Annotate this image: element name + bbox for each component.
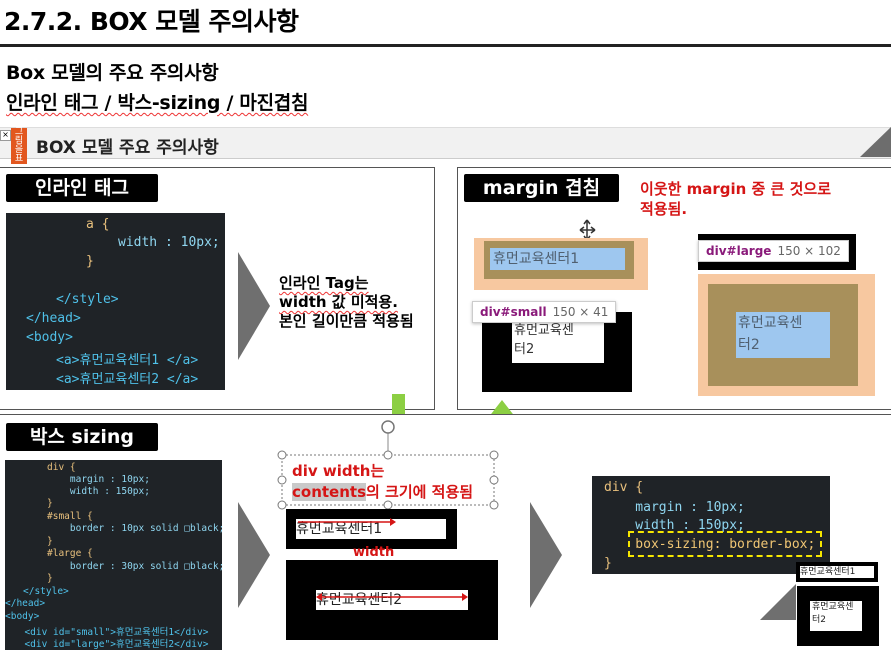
code-line: </style> (23, 586, 69, 597)
code-line: border : 10px solid □black; (47, 523, 225, 534)
title-divider (0, 44, 891, 47)
width-label: width (353, 545, 395, 560)
result-line: 휴먼교육센 (812, 602, 854, 612)
right-arrow-icon (238, 252, 270, 360)
code-line: margin : 10px; (47, 474, 150, 485)
margin-collapse-pill: margin 겹침 (464, 174, 619, 202)
page-title: 2.7.2. BOX 모델 주의사항 (4, 7, 299, 36)
side-tab-label: 그 림 을 표 (14, 127, 24, 164)
sizing-note: div width는 contents의 크기에 적용됨 (292, 461, 473, 503)
box-sizing-code-block: div { margin : 10px; width : 150px; box-… (592, 476, 830, 574)
small-content-area: 휴먼교육센터1 (490, 248, 625, 270)
large-content-line: 휴먼교육센 (738, 315, 803, 331)
inline-note-line: width 값 미적용. (279, 293, 398, 311)
header-corner-triangle (860, 127, 891, 157)
code-line: border : 30px solid □black; (47, 561, 225, 572)
code-line: </style> (56, 292, 119, 307)
width-arrow-icon (316, 593, 468, 601)
code-line: <div id="large">휴먼교육센터2</div> (13, 639, 209, 650)
result-small-content: 휴먼교육센터1 (800, 566, 874, 578)
large-box-line: 휴먼교육센 (514, 323, 574, 338)
code-line: div { (47, 462, 76, 473)
margin-note: 이웃한 margin 중 큰 것으로 적용됨. (640, 179, 831, 219)
large-content-line: 터2 (738, 337, 760, 353)
right-arrow-icon (530, 502, 562, 608)
large-box-line: 터2 (514, 342, 535, 357)
sizing-note-line2: contents의 크기에 적용됨 (292, 482, 473, 503)
side-tab[interactable]: 그 림 을 표 (11, 128, 27, 164)
tooltip-large: div#large 150 × 102 (698, 240, 849, 262)
box-sizing-pill: 박스 sizing (6, 423, 158, 451)
code-line: <body> (5, 611, 40, 622)
corner-triangle-icon (760, 584, 796, 620)
sizing-note-line: div width는 (292, 462, 385, 480)
result-large-content: 휴먼교육센 터2 (810, 601, 862, 631)
result-line: 터2 (812, 615, 827, 625)
code-line: width : 10px; (118, 235, 220, 250)
subtitle-2: 인라인 태그 / 박스-sizing / 마진겹침 (6, 92, 309, 114)
tooltip-small: div#small 150 × 41 (472, 301, 617, 323)
width-arrow-icon (298, 518, 396, 526)
right-arrow-icon (238, 502, 270, 608)
section-header-label: BOX 모델 주요 주의사항 (36, 138, 219, 158)
sizing-note-rest: 의 크기에 적용됨 (366, 483, 474, 501)
tooltip-name: div#large (706, 244, 772, 258)
tooltip-name: div#small (480, 305, 547, 319)
code-line: } (86, 254, 94, 269)
inline-note-line: 본인 길이만큼 적용됨 (279, 312, 414, 330)
code-line: </head> (26, 311, 81, 326)
code-line: } (47, 536, 53, 547)
close-icon[interactable]: × (0, 130, 11, 141)
code-line: <body> (26, 330, 73, 345)
code-line: } (47, 573, 53, 584)
margin-note-line: 적용됨. (640, 200, 688, 218)
tooltip-size: 150 × 41 (552, 305, 609, 319)
inline-tag-pill: 인라인 태그 (6, 174, 158, 202)
large-content-area: 휴먼교육센 터2 (736, 312, 830, 358)
code-line: #small { (47, 511, 93, 522)
inline-note-line: 인라인 Tag는 (279, 274, 369, 292)
highlight-box (628, 531, 822, 557)
code-line: div { (604, 480, 644, 495)
contents-word: contents (292, 483, 366, 501)
code-line: </head> (5, 598, 46, 609)
large-box-content: 휴먼교육센 터2 (512, 321, 604, 363)
code-line: <a>휴먼교육센터2 </a> (56, 372, 199, 387)
code-line: margin : 10px; (604, 500, 745, 515)
inline-code-block: a { width : 10px; } </style> </head> <bo… (6, 213, 225, 390)
code-line: a { (86, 217, 110, 232)
subtitle-1: Box 모델의 주요 주의사항 (6, 62, 219, 84)
code-line: #large { (47, 548, 93, 559)
code-line: } (604, 556, 612, 571)
inline-note: 인라인 Tag는 width 값 미적용. 본인 길이만큼 적용됨 (279, 274, 414, 331)
sizing-code-block: div { margin : 10px; width : 150px; } #s… (5, 460, 225, 650)
tooltip-size: 150 × 102 (777, 244, 841, 258)
code-line: <a>휴먼교육센터1 </a> (56, 353, 199, 368)
code-line: } (47, 498, 53, 509)
code-line: width : 150px; (47, 486, 150, 497)
margin-note-line: 이웃한 margin 중 큰 것으로 (640, 180, 831, 198)
